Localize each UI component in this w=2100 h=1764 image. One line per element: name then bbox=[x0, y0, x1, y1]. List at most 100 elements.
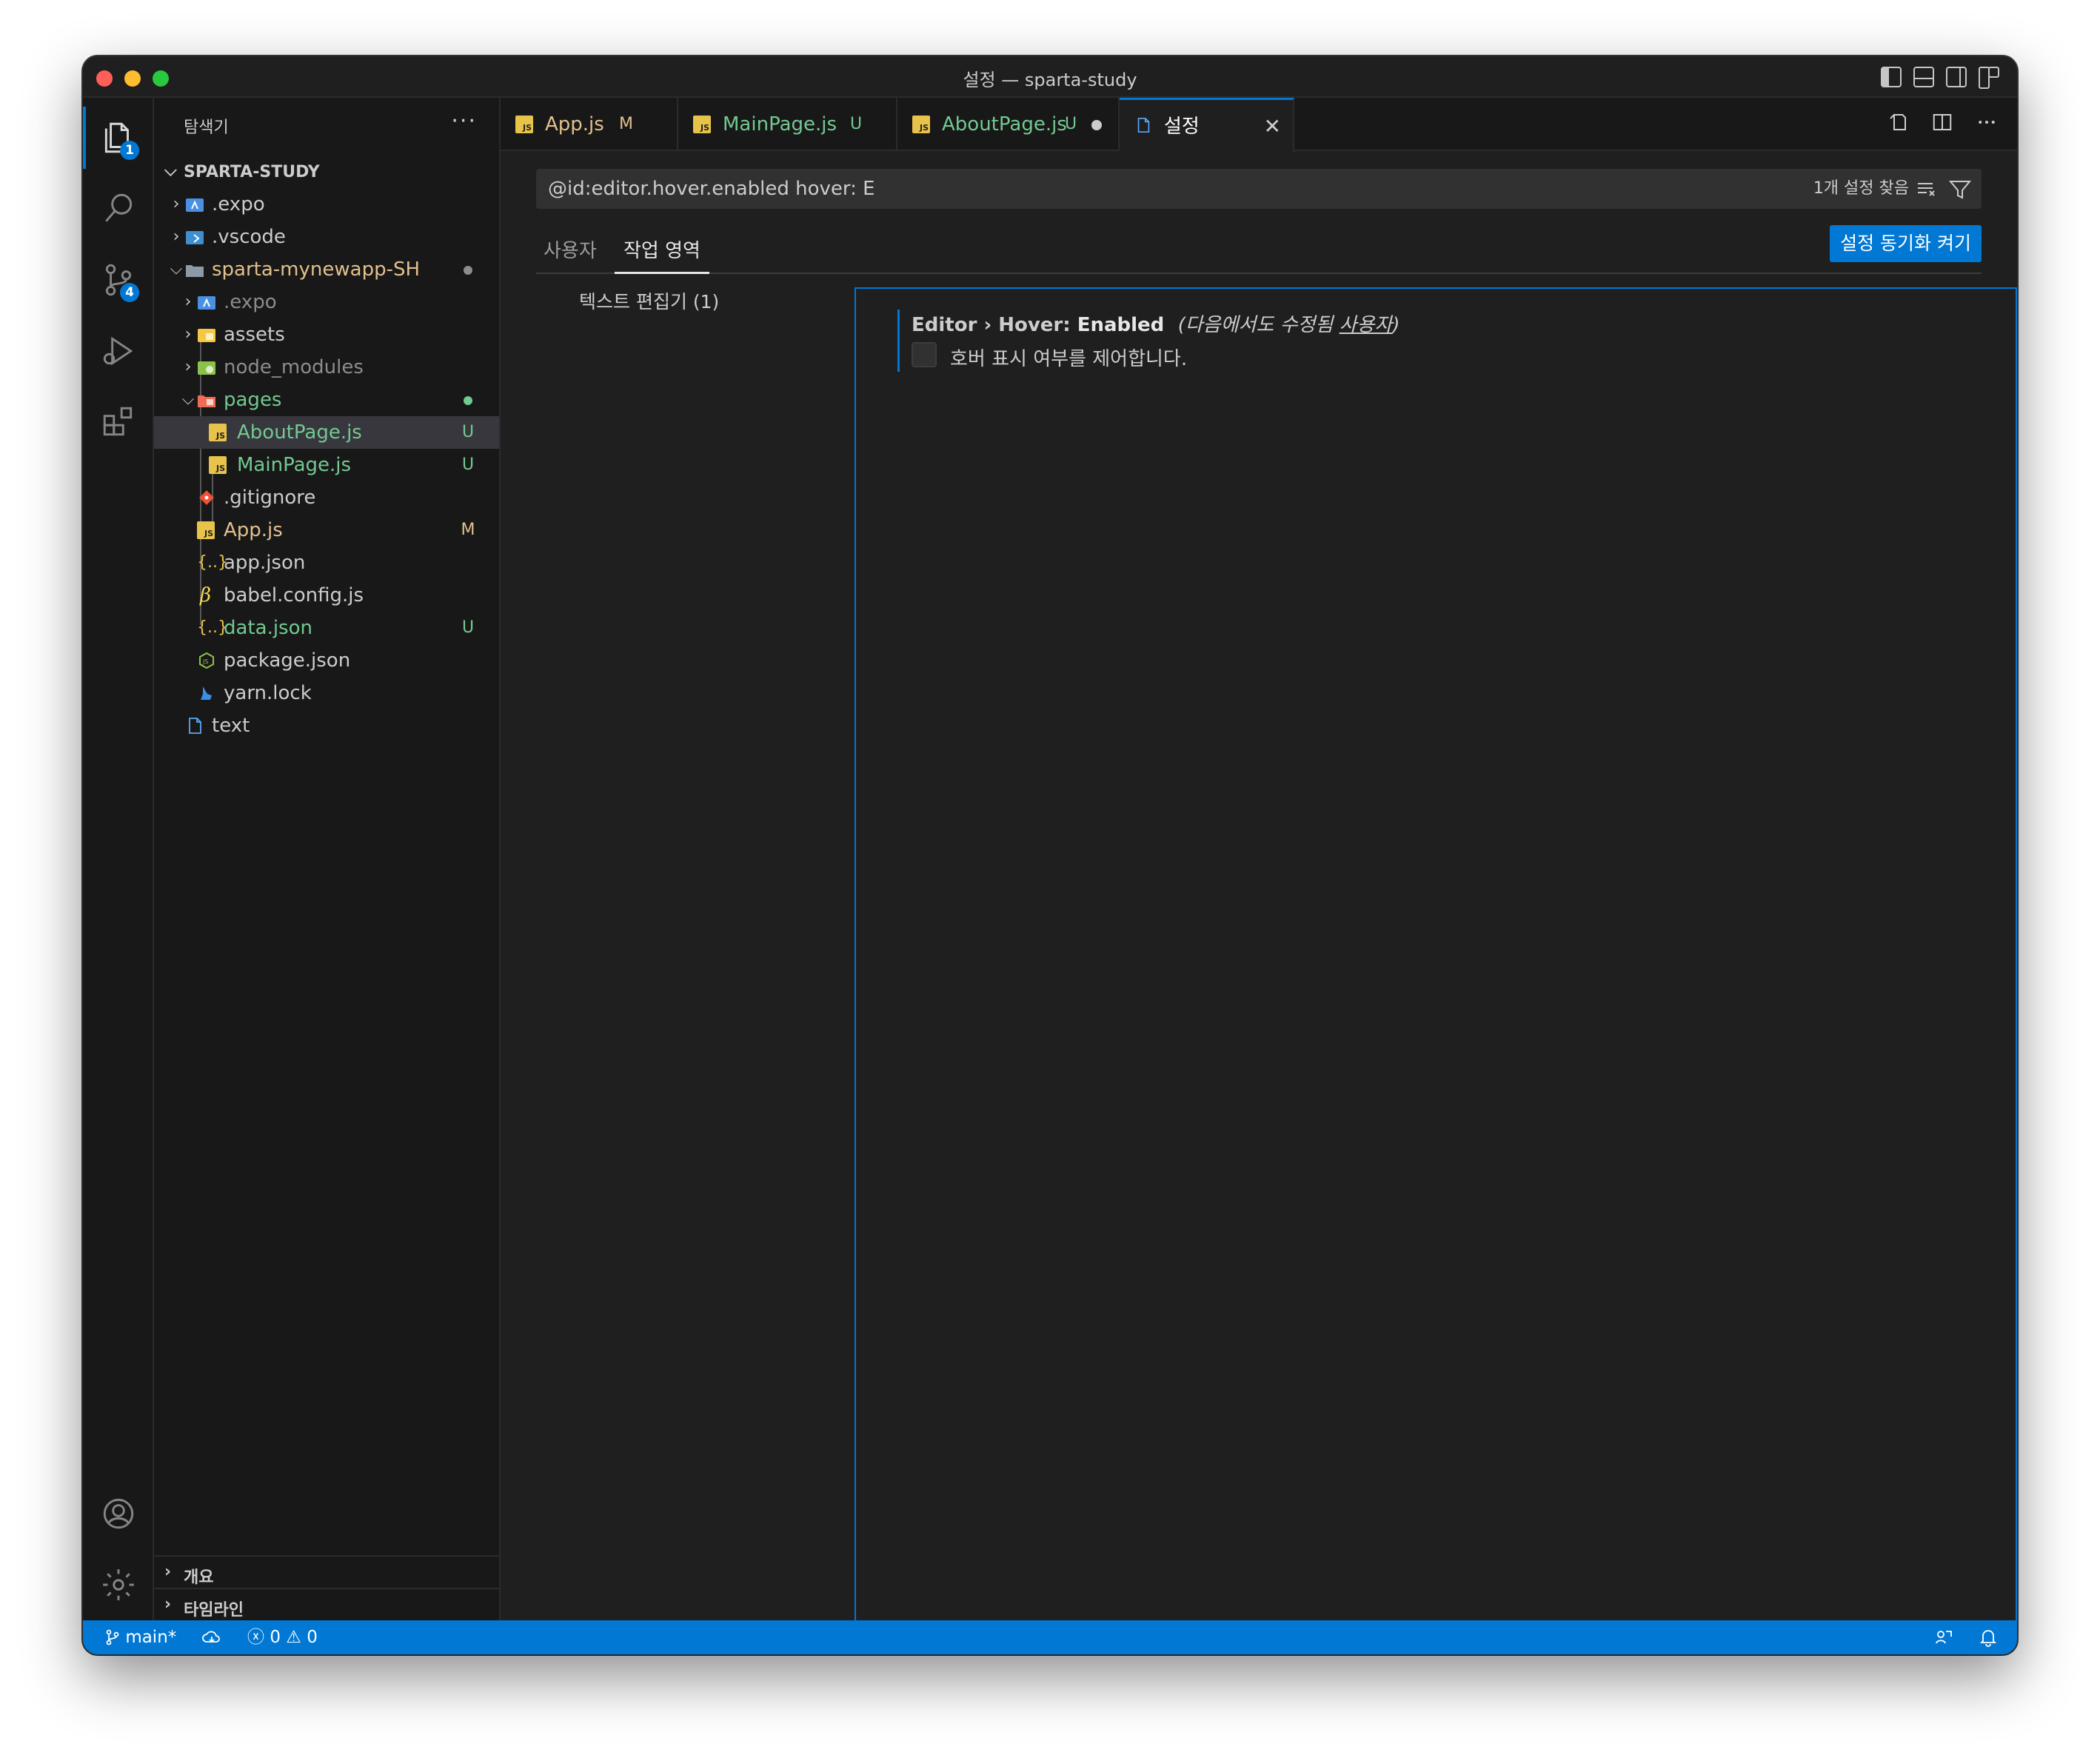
setting-key: Enabled bbox=[1077, 314, 1165, 336]
assets-folder-icon bbox=[198, 329, 215, 342]
toggle-panel-icon[interactable] bbox=[1913, 67, 1934, 87]
tree-item-app-js[interactable]: JS App.js M bbox=[154, 514, 499, 547]
tree-item-assets[interactable]: › assets bbox=[154, 318, 499, 351]
customize-layout-icon[interactable] bbox=[1979, 67, 1999, 89]
tree-item-yarn-lock[interactable]: yarn.lock bbox=[154, 677, 499, 709]
vscode-window: 설정 — sparta-study 1 4 탐색기 ··· ⌵ SPARTA-S… bbox=[83, 56, 2017, 1654]
sync-changes-indicator[interactable] bbox=[201, 1620, 222, 1654]
vscode-folder-icon bbox=[186, 231, 204, 244]
error-icon: ⓧ bbox=[247, 1628, 264, 1647]
search-result-count: 1개 설정 찾음 bbox=[1813, 179, 1909, 198]
json-file-icon: {..} bbox=[197, 553, 228, 572]
setting-category: Editor › Hover: bbox=[912, 314, 1077, 336]
extensions-icon[interactable] bbox=[83, 387, 154, 458]
workspace-root-header[interactable]: ⌵ SPARTA-STUDY bbox=[154, 157, 499, 188]
babel-file-icon: β bbox=[200, 584, 212, 607]
explorer-icon[interactable]: 1 bbox=[83, 102, 154, 173]
explorer-badge: 1 bbox=[120, 141, 139, 160]
title-bar: 설정 — sparta-study bbox=[83, 56, 2017, 98]
tab-settings[interactable]: 설정 ✕ bbox=[1120, 98, 1294, 153]
window-title: 설정 — sparta-study bbox=[963, 70, 1137, 90]
setting-description: 호버 표시 여부를 제어합니다. bbox=[950, 348, 1188, 370]
tab-mainpage-js[interactable]: JS MainPage.js U bbox=[678, 98, 897, 151]
tree-item-sparta-mynewapp-sh[interactable]: ⌵ sparta-mynewapp-SH bbox=[154, 253, 499, 286]
live-share-indicator[interactable] bbox=[1934, 1620, 1953, 1654]
tree-item-aboutpage-js[interactable]: JS AboutPage.js U bbox=[154, 416, 499, 449]
timeline-section-header[interactable]: › 타임라인 bbox=[154, 1588, 499, 1620]
svg-text:JS: JS bbox=[202, 658, 208, 665]
setting-title: Editor › Hover: Enabled (다음에서도 수정됨 사용자) bbox=[912, 310, 1400, 337]
bell-icon bbox=[1979, 1630, 1997, 1647]
setting-editor-hover-enabled: Editor › Hover: Enabled (다음에서도 수정됨 사용자) … bbox=[897, 310, 1986, 372]
git-status-badge: U bbox=[461, 618, 475, 637]
tree-item-vscode[interactable]: › .vscode bbox=[154, 221, 499, 253]
manage-gear-icon[interactable] bbox=[83, 1549, 154, 1620]
status-bar: main* ⓧ 0 ⚠ 0 bbox=[83, 1620, 2017, 1654]
accounts-feedback-icon bbox=[1936, 1631, 1952, 1644]
tree-item-data-json[interactable]: {..} data.json U bbox=[154, 612, 499, 644]
tab-bar: JS App.js M JS MainPage.js U JS AboutPag… bbox=[501, 98, 2017, 153]
explorer-sidebar: 탐색기 ··· ⌵ SPARTA-STUDY › .expo › .vscode bbox=[154, 98, 501, 1620]
run-debug-icon[interactable] bbox=[83, 315, 154, 387]
modified-in-user-link[interactable]: 사용자 bbox=[1340, 314, 1393, 336]
sidebar-header: 탐색기 ··· bbox=[154, 98, 499, 151]
unsaved-dot-icon[interactable] bbox=[1091, 120, 1102, 130]
toggle-primary-sidebar-icon[interactable] bbox=[1881, 67, 1902, 87]
modified-dot bbox=[464, 266, 472, 275]
toggle-secondary-sidebar-icon[interactable] bbox=[1946, 67, 1967, 87]
modified-elsewhere-note: (다음에서도 수정됨 사용자) bbox=[1177, 314, 1400, 336]
tree-item-babel-config-js[interactable]: β babel.config.js bbox=[154, 579, 499, 612]
tab-aboutpage-js[interactable]: JS AboutPage.js U bbox=[897, 98, 1120, 151]
source-control-icon[interactable]: 4 bbox=[83, 244, 154, 315]
settings-search-value: @id:editor.hover.enabled hover: E bbox=[548, 178, 875, 200]
clear-search-icon[interactable] bbox=[1916, 181, 1937, 197]
chevron-right-icon: › bbox=[184, 325, 192, 344]
sidebar-title: 탐색기 bbox=[184, 118, 229, 137]
chevron-right-icon: › bbox=[184, 358, 192, 376]
branch-indicator[interactable]: main* bbox=[105, 1620, 176, 1654]
expo-folder-icon bbox=[198, 296, 215, 310]
tree-item-gitignore[interactable]: .gitignore bbox=[154, 481, 499, 514]
branch-name: main* bbox=[125, 1628, 177, 1647]
filter-icon[interactable] bbox=[1949, 179, 1971, 200]
tree-item-node-modules[interactable]: › node_modules bbox=[154, 351, 499, 384]
open-settings-json-icon[interactable] bbox=[1887, 111, 1909, 133]
tree-item-text[interactable]: text bbox=[154, 709, 499, 742]
tab-workspace-settings[interactable]: 작업 영역 bbox=[615, 230, 709, 274]
npm-file-icon: JS bbox=[199, 652, 214, 669]
json-file-icon: {..} bbox=[197, 618, 228, 637]
split-editor-icon[interactable] bbox=[1931, 111, 1953, 133]
tab-app-js[interactable]: JS App.js M bbox=[501, 98, 678, 151]
settings-scope-tabs: 사용자 작업 영역 bbox=[536, 230, 1982, 274]
toc-item-text-editor[interactable]: 텍스트 편집기 (1) bbox=[579, 287, 719, 314]
accounts-icon[interactable] bbox=[83, 1478, 154, 1549]
problems-indicator[interactable]: ⓧ 0 ⚠ 0 bbox=[247, 1620, 318, 1654]
turn-on-settings-sync-button[interactable]: 설정 동기화 켜기 bbox=[1830, 225, 1982, 262]
settings-file-icon bbox=[1137, 117, 1150, 133]
error-count: 0 bbox=[270, 1628, 281, 1647]
git-branch-icon bbox=[106, 1629, 119, 1646]
close-tab-icon[interactable]: ✕ bbox=[1264, 100, 1281, 153]
notifications-indicator[interactable] bbox=[1979, 1620, 1998, 1654]
chevron-right-icon: › bbox=[184, 293, 192, 311]
untracked-dot bbox=[464, 396, 472, 405]
tree-item-pages[interactable]: ⌵ pages bbox=[154, 384, 499, 416]
tab-user-settings[interactable]: 사용자 bbox=[544, 230, 597, 274]
search-icon[interactable] bbox=[83, 173, 154, 244]
hover-enabled-checkbox[interactable] bbox=[912, 342, 937, 367]
more-actions-icon[interactable] bbox=[1976, 111, 1998, 133]
tree-item-package-json[interactable]: JS package.json bbox=[154, 644, 499, 677]
tree-item-app-json[interactable]: {..} app.json bbox=[154, 547, 499, 579]
tree-item-expo-root[interactable]: › .expo bbox=[154, 188, 499, 221]
outline-section-header[interactable]: › 개요 bbox=[154, 1555, 499, 1588]
source-control-badge: 4 bbox=[120, 283, 139, 302]
yarn-file-icon bbox=[201, 686, 212, 700]
git-status-badge: U bbox=[461, 455, 475, 474]
tree-item-mainpage-js[interactable]: JS MainPage.js U bbox=[154, 449, 499, 481]
chevron-right-icon: › bbox=[173, 195, 180, 213]
settings-search-input[interactable]: @id:editor.hover.enabled hover: E 1개 설정 … bbox=[536, 169, 1982, 209]
sidebar-bottom-sections: › 개요 › 타임라인 bbox=[154, 1555, 499, 1620]
tree-item-expo[interactable]: › .expo bbox=[154, 286, 499, 318]
more-actions-icon[interactable]: ··· bbox=[451, 108, 477, 134]
chevron-right-icon: › bbox=[164, 1595, 172, 1614]
